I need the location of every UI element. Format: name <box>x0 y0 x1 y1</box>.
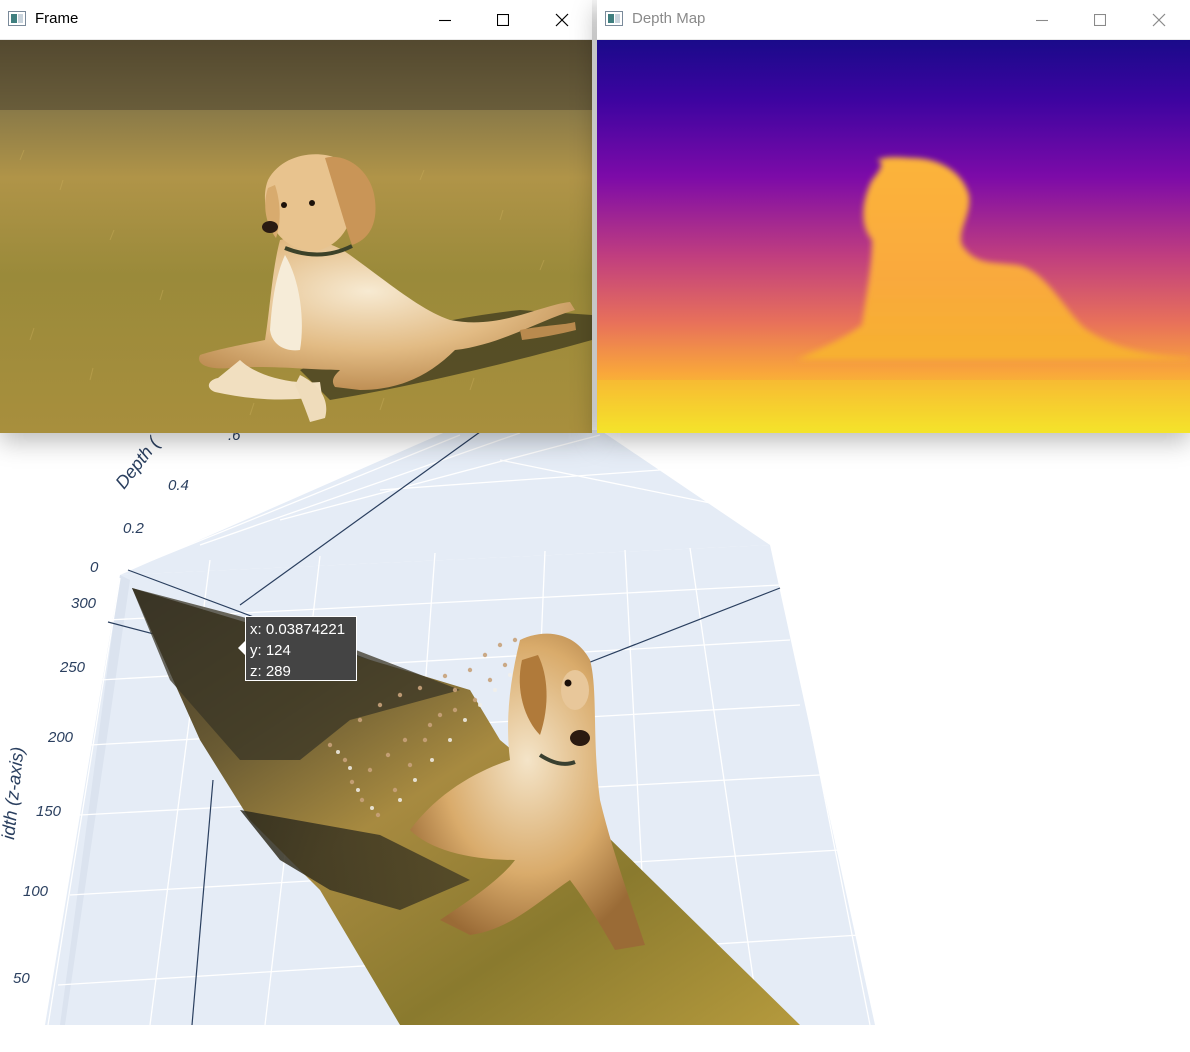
z-tick-150: 150 <box>36 803 62 820</box>
depth-axis-label: Depth ( <box>111 432 164 492</box>
z-tick-100: 100 <box>23 883 49 900</box>
depth-tick-1: 0 <box>90 559 99 576</box>
minimize-icon <box>439 19 451 21</box>
depth-map-image <box>597 40 1190 433</box>
minimize-icon <box>1036 19 1048 21</box>
tooltip-z: z: 289 <box>250 663 291 680</box>
depth-map-titlebar[interactable]: Depth Map <box>597 0 1190 40</box>
z-tick-50: 50 <box>13 970 30 987</box>
z-axis-label: idth (z-axis) <box>0 746 28 841</box>
depth-map-window-title: Depth Map <box>632 10 706 27</box>
dog-photo <box>0 40 592 433</box>
close-icon <box>555 13 569 26</box>
depth-tick-2: 0.2 <box>123 520 145 537</box>
tooltip-x: x: 0.03874221 <box>250 621 346 638</box>
depth-maximize-button[interactable] <box>1071 0 1129 39</box>
frame-window-title: Frame <box>35 10 79 27</box>
frame-maximize-button[interactable] <box>474 0 532 39</box>
app-window-icon <box>605 11 623 26</box>
z-tick-200: 200 <box>47 729 74 746</box>
maximize-icon <box>1094 13 1106 26</box>
hover-tooltip: x: 0.03874221 y: 124 z: 289 <box>245 616 357 681</box>
z-tick-300: 300 <box>71 595 97 612</box>
frame-minimize-button[interactable] <box>416 0 474 39</box>
close-icon <box>1152 13 1166 26</box>
depth-map-render <box>597 40 1190 433</box>
depth-close-button[interactable] <box>1130 0 1188 39</box>
frame-close-button[interactable] <box>533 0 591 39</box>
maximize-icon <box>497 13 509 26</box>
frame-titlebar[interactable]: Frame <box>0 0 592 40</box>
z-tick-250: 250 <box>59 659 86 676</box>
frame-image <box>0 40 592 433</box>
depth-tick-3: 0.4 <box>168 477 189 494</box>
tooltip-y: y: 124 <box>250 642 291 659</box>
depth-minimize-button[interactable] <box>1013 0 1071 39</box>
frame-window[interactable]: Frame <box>0 0 592 433</box>
app-window-icon <box>8 11 26 26</box>
depth-map-window[interactable]: Depth Map <box>597 0 1190 433</box>
